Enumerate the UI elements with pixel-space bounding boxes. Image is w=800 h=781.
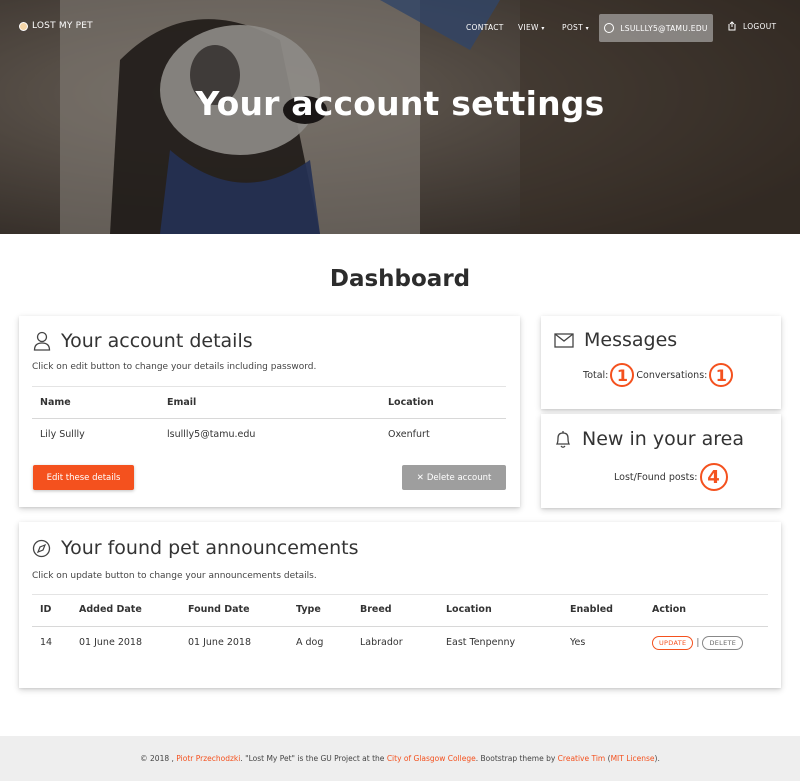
divider <box>32 418 506 419</box>
col-header-breed: Breed <box>360 604 392 615</box>
navbar: LOST MY PET CONTACT VIEW ▾ POST ▾ LSULLL… <box>0 0 800 56</box>
row-actions: UPDATE | DELETE <box>652 636 744 650</box>
footer-college-link[interactable]: City of Glasgow College <box>387 754 476 763</box>
delete-button[interactable]: DELETE <box>702 636 744 650</box>
logout-icon <box>728 21 736 31</box>
nav-post-dropdown[interactable]: POST ▾ <box>562 23 589 32</box>
area-posts-count[interactable]: 4 <box>699 463 728 491</box>
pet-logo-icon <box>19 21 28 31</box>
account-card-header: Your account details <box>33 330 253 352</box>
user-circle-icon <box>604 23 615 33</box>
footer-author-link[interactable]: Piotr Przechodzki <box>176 754 240 763</box>
col-header-email: Email <box>167 397 197 408</box>
col-header-type: Type <box>296 604 321 615</box>
nav-user-account[interactable]: LSULLLY5@TAMU.EDU <box>599 14 713 42</box>
nav-post-label: POST <box>562 23 583 32</box>
divider <box>32 386 506 387</box>
account-location-value: Oxenfurt <box>388 429 430 440</box>
nav-view-label: VIEW <box>518 23 539 32</box>
new-in-area-card: New in your area Lost/Found posts: 4 <box>541 414 781 508</box>
caret-down-icon: ▾ <box>541 25 545 32</box>
found-card-header: Your found pet announcements <box>32 537 359 559</box>
brand-link[interactable]: LOST MY PET <box>19 21 93 31</box>
account-details-card: Your account details Click on edit butto… <box>19 316 520 507</box>
messages-card-header: Messages <box>554 329 677 351</box>
row-type: A dog <box>296 637 324 648</box>
row-added-date: 01 June 2018 <box>79 637 142 648</box>
account-card-subtitle: Click on edit button to change your deta… <box>32 362 317 372</box>
nav-view-dropdown[interactable]: VIEW ▾ <box>518 23 545 32</box>
account-card-title: Your account details <box>61 330 253 352</box>
area-posts-label: Lost/Found posts: <box>614 471 698 483</box>
col-header-added-date: Added Date <box>79 604 142 615</box>
col-header-action: Action <box>652 604 687 615</box>
delete-account-button[interactable]: ✕ Delete account <box>402 465 506 490</box>
close-icon: ✕ <box>416 472 424 483</box>
col-header-name: Name <box>40 397 71 408</box>
found-card-subtitle: Click on update button to change your an… <box>32 571 317 581</box>
area-card-header: New in your area <box>554 428 744 450</box>
nav-logout-label: LOGOUT <box>743 21 777 31</box>
divider <box>32 594 768 595</box>
col-header-enabled: Enabled <box>570 604 613 615</box>
area-stats: Lost/Found posts: 4 <box>614 463 730 491</box>
nav-user-email: LSULLLY5@TAMU.EDU <box>620 23 708 33</box>
row-id: 14 <box>40 637 53 648</box>
delete-account-label: Delete account <box>426 472 492 483</box>
compass-icon <box>32 539 51 557</box>
nav-logout[interactable]: LOGOUT <box>727 21 776 31</box>
nav-contact[interactable]: CONTACT <box>466 23 504 32</box>
dashboard-title: Dashboard <box>329 266 471 292</box>
caret-down-icon: ▾ <box>585 25 589 32</box>
hero-title: Your account settings <box>195 84 605 123</box>
messages-conversations-label: Conversations: <box>636 369 708 381</box>
messages-total-label: Total: <box>583 369 609 381</box>
row-location: East Tenpenny <box>446 637 516 648</box>
edit-details-button[interactable]: Edit these details <box>33 465 134 490</box>
account-email-value: lsullly5@tamu.edu <box>167 429 256 440</box>
messages-total-count[interactable]: 1 <box>610 363 635 387</box>
col-header-location: Location <box>388 397 434 408</box>
update-button[interactable]: UPDATE <box>652 636 694 650</box>
area-card-title: New in your area <box>582 428 744 450</box>
messages-card: Messages Total: 1 Conversations: 1 <box>541 316 781 409</box>
user-icon <box>33 331 51 351</box>
footer-theme-text: . Bootstrap theme by <box>475 754 556 763</box>
col-header-location: Location <box>446 604 492 615</box>
footer-license-close: ). <box>654 754 660 763</box>
col-header-id: ID <box>40 604 52 615</box>
found-announcements-card: Your found pet announcements Click on up… <box>19 522 781 688</box>
row-enabled: Yes <box>570 637 586 648</box>
footer-middle: . "Lost My Pet" is the GU Project at the <box>240 754 385 763</box>
brand-label: LOST MY PET <box>32 21 93 31</box>
divider <box>32 626 768 627</box>
messages-card-title: Messages <box>584 329 678 351</box>
bell-icon <box>555 430 571 448</box>
footer-theme-author-link[interactable]: Creative Tim <box>558 754 606 763</box>
found-card-title: Your found pet announcements <box>61 537 359 559</box>
footer: © 2018 , Piotr Przechodzki. "Lost My Pet… <box>0 736 800 781</box>
action-separator: | <box>696 638 700 648</box>
envelope-icon <box>554 332 574 348</box>
messages-stats: Total: 1 Conversations: 1 <box>583 363 735 387</box>
row-breed: Labrador <box>360 637 403 648</box>
col-header-found-date: Found Date <box>188 604 250 615</box>
footer-prefix: © 2018 , <box>140 754 174 763</box>
messages-conversations-count[interactable]: 1 <box>709 363 734 387</box>
footer-license-link[interactable]: MIT License <box>611 754 655 763</box>
row-found-date: 01 June 2018 <box>188 637 251 648</box>
account-name-value: Lily Sullly <box>40 429 85 440</box>
